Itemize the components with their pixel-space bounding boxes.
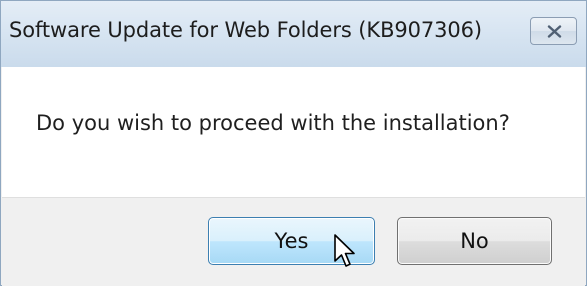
prompt-message: Do you wish to proceed with the installa… [36,111,510,135]
no-button[interactable]: No [397,217,552,265]
update-dialog: Software Update for Web Folders (KB90730… [0,0,587,286]
title-bar[interactable]: Software Update for Web Folders (KB90730… [1,1,586,67]
window-title: Software Update for Web Folders (KB90730… [9,18,483,42]
message-area: Do you wish to proceed with the installa… [2,67,585,197]
close-button[interactable] [530,17,577,45]
mouse-cursor-icon [334,234,355,267]
close-icon [547,25,562,38]
